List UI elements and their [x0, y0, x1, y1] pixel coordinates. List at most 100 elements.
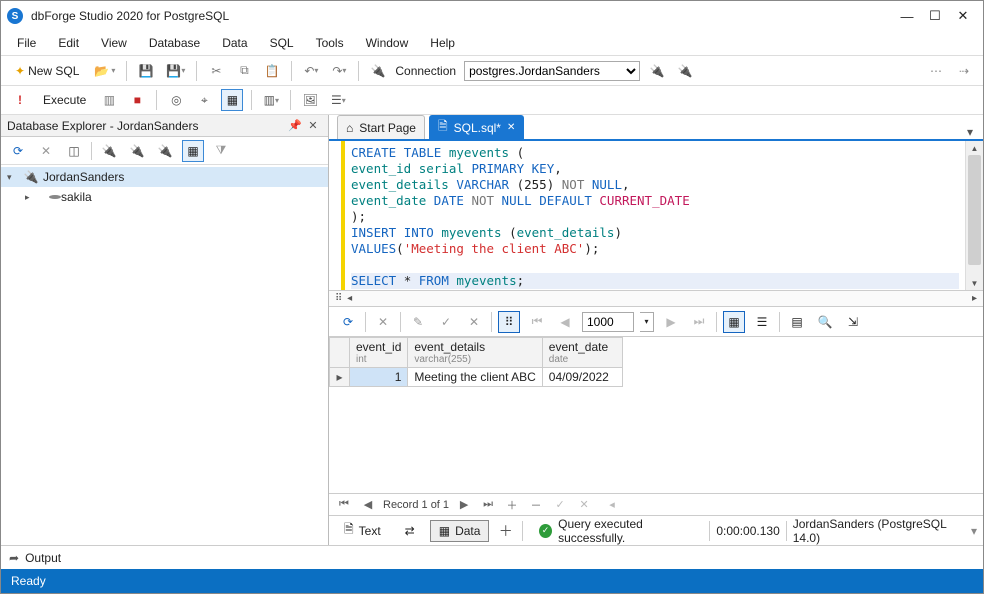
plug-action2-icon[interactable]: 🔌 — [674, 60, 696, 82]
nav-last-icon[interactable]: ⏭ — [688, 311, 710, 333]
scrollbar-thumb[interactable] — [968, 155, 981, 265]
menu-window[interactable]: Window — [356, 33, 419, 53]
menu-view[interactable]: View — [91, 33, 137, 53]
results-commit-icon[interactable]: ✓ — [435, 311, 457, 333]
menu-sql[interactable]: SQL — [260, 33, 304, 53]
nav-scroll-left[interactable]: ◂ — [603, 498, 621, 511]
results-export-button[interactable]: ⇲ — [842, 311, 864, 333]
toolbar-btn-picture-icon[interactable]: 🖼 — [299, 89, 321, 111]
object-filter-icon[interactable]: ▦ — [182, 140, 204, 162]
page-size-dropdown-icon[interactable]: ▾ — [640, 312, 654, 332]
splitter-handle-icon[interactable]: ⠿ ◂ — [335, 293, 353, 304]
window-close-button[interactable]: ✕ — [949, 5, 977, 27]
cell-event-id[interactable]: 1 — [350, 368, 408, 387]
data-table[interactable]: event_idint event_detailsvarchar(255) ev… — [329, 337, 623, 387]
nav-next-icon[interactable]: ▶ — [660, 311, 682, 333]
nav-first-icon[interactable]: ⏮ — [526, 311, 548, 333]
menu-help[interactable]: Help — [420, 33, 465, 53]
redo-button[interactable]: ↷▾ — [328, 60, 350, 82]
plug-green-icon[interactable]: 🔌 — [98, 140, 120, 162]
tab-start-page[interactable]: ⌂ Start Page — [337, 115, 425, 139]
col-header-event-details[interactable]: event_detailsvarchar(255) — [408, 338, 542, 368]
plug-action1-icon[interactable]: 🔌 — [646, 60, 668, 82]
execute-step-button[interactable]: ▥ — [98, 89, 120, 111]
toolbar-btn-options-icon[interactable]: ☰▾ — [327, 89, 349, 111]
menu-file[interactable]: File — [7, 33, 46, 53]
copy-button[interactable]: ⧉ — [233, 60, 255, 82]
cell-event-date[interactable]: 04/09/2022 — [542, 368, 622, 387]
cell-event-details[interactable]: Meeting the client ABC — [408, 368, 542, 387]
results-search-button[interactable]: 🔍 — [814, 311, 836, 333]
delete-button[interactable]: ✕ — [35, 140, 57, 162]
collapse-icon[interactable]: ▾ — [7, 172, 19, 183]
tabstrip-dropdown-icon[interactable]: ▾ — [967, 125, 983, 139]
col-header-event-date[interactable]: event_datedate — [542, 338, 622, 368]
nav-next-button[interactable]: ▶ — [455, 498, 473, 511]
tree-database-node[interactable]: ▸ sakila — [1, 187, 328, 207]
window-maximize-button[interactable]: ☐ — [921, 5, 949, 27]
results-cancel-icon[interactable]: ✕ — [463, 311, 485, 333]
nav-cancel-button[interactable]: ✕ — [575, 498, 593, 511]
scroll-down-icon[interactable]: ▼ — [966, 276, 983, 290]
toolbar-overflow-2[interactable]: ⇢ — [953, 60, 975, 82]
result-tab-swap[interactable]: ⇄ — [396, 520, 424, 542]
view-card-button[interactable]: ☰ — [751, 311, 773, 333]
nav-last-button[interactable]: ⏭ — [479, 498, 497, 511]
plug-gray-icon[interactable]: 🔌 — [126, 140, 148, 162]
paste-button[interactable]: 📋 — [261, 60, 283, 82]
col-header-event-id[interactable]: event_idint — [350, 338, 408, 368]
new-sql-button[interactable]: ✦ New SQL — [9, 60, 85, 82]
nav-prev-button[interactable]: ◀ — [359, 498, 377, 511]
add-result-tab-button[interactable]: ＋ — [495, 521, 516, 541]
toolbar-overflow-1[interactable]: ⋯ — [925, 60, 947, 82]
window-minimize-button[interactable]: — — [893, 5, 921, 27]
stop-button[interactable]: ■ — [126, 89, 148, 111]
code-content[interactable]: CREATE TABLE myevents (event_id serial P… — [345, 141, 965, 290]
pin-icon[interactable]: 📌 — [286, 119, 304, 132]
save-all-button[interactable]: 💾▾ — [163, 60, 188, 82]
result-tab-data[interactable]: ▦ Data — [430, 520, 490, 542]
results-grid[interactable]: event_idint event_detailsvarchar(255) ev… — [329, 337, 983, 493]
hscroll-right-icon[interactable]: ▸ — [972, 293, 977, 304]
nav-add-button[interactable]: ＋ — [503, 497, 521, 513]
footer-dropdown-icon[interactable]: ▾ — [971, 524, 977, 538]
table-row[interactable]: ▸ 1 Meeting the client ABC 04/09/2022 — [330, 368, 623, 387]
toolbar-btn-db-icon[interactable]: ◎ — [165, 89, 187, 111]
results-edit-icon[interactable]: ✎ — [407, 311, 429, 333]
plug-connect-icon[interactable]: 🔌 — [367, 60, 389, 82]
panel-close-icon[interactable]: ✕ — [304, 119, 322, 132]
menu-data[interactable]: Data — [212, 33, 257, 53]
nav-first-button[interactable]: ⏮ — [335, 498, 353, 511]
editor-splitter[interactable]: ⠿ ◂ ▸ — [329, 291, 983, 307]
scroll-up-icon[interactable]: ▲ — [966, 141, 983, 155]
refresh-button[interactable]: ⟳ — [7, 140, 29, 162]
undo-button[interactable]: ↶▾ — [300, 60, 322, 82]
results-refresh-button[interactable]: ⟳ — [337, 311, 359, 333]
save-button[interactable]: 💾 — [135, 60, 157, 82]
execute-button[interactable]: Execute — [37, 89, 92, 111]
toolbar-btn-target-icon[interactable]: ⌖ — [193, 89, 215, 111]
new-window-icon[interactable]: ◫ — [63, 140, 85, 162]
view-pivot-button[interactable]: ▤ — [786, 311, 808, 333]
result-tab-text[interactable]: 🗎 Text — [335, 520, 390, 542]
editor-vertical-scrollbar[interactable]: ▲ ▼ — [965, 141, 983, 290]
sql-editor[interactable]: CREATE TABLE myevents (event_id serial P… — [329, 141, 983, 291]
cut-button[interactable]: ✂ — [205, 60, 227, 82]
open-dropdown-button[interactable]: 📂▾ — [91, 60, 118, 82]
output-panel-tab[interactable]: ➦ Output — [1, 545, 983, 569]
plug-red-icon[interactable]: 🔌 — [154, 140, 176, 162]
toolbar-btn-grid-icon[interactable]: ▦ — [221, 89, 243, 111]
page-mode-button[interactable]: ⠿ — [498, 311, 520, 333]
tab-sql[interactable]: 🗎 SQL.sql* ✕ — [429, 115, 524, 139]
explorer-tree[interactable]: ▾ 🔌 JordanSanders ▸ sakila — [1, 165, 328, 545]
toolbar-btn-layout-icon[interactable]: ▥▾ — [260, 89, 282, 111]
nav-prev-icon[interactable]: ◀ — [554, 311, 576, 333]
page-size-input[interactable] — [582, 312, 634, 332]
nav-commit-button[interactable]: ✓ — [551, 498, 569, 511]
view-grid-button[interactable]: ▦ — [723, 311, 745, 333]
menu-database[interactable]: Database — [139, 33, 210, 53]
results-delete-button[interactable]: ✕ — [372, 311, 394, 333]
tab-close-icon[interactable]: ✕ — [507, 122, 515, 133]
tree-connection-node[interactable]: ▾ 🔌 JordanSanders — [1, 167, 328, 187]
expand-icon[interactable]: ▸ — [25, 192, 37, 203]
